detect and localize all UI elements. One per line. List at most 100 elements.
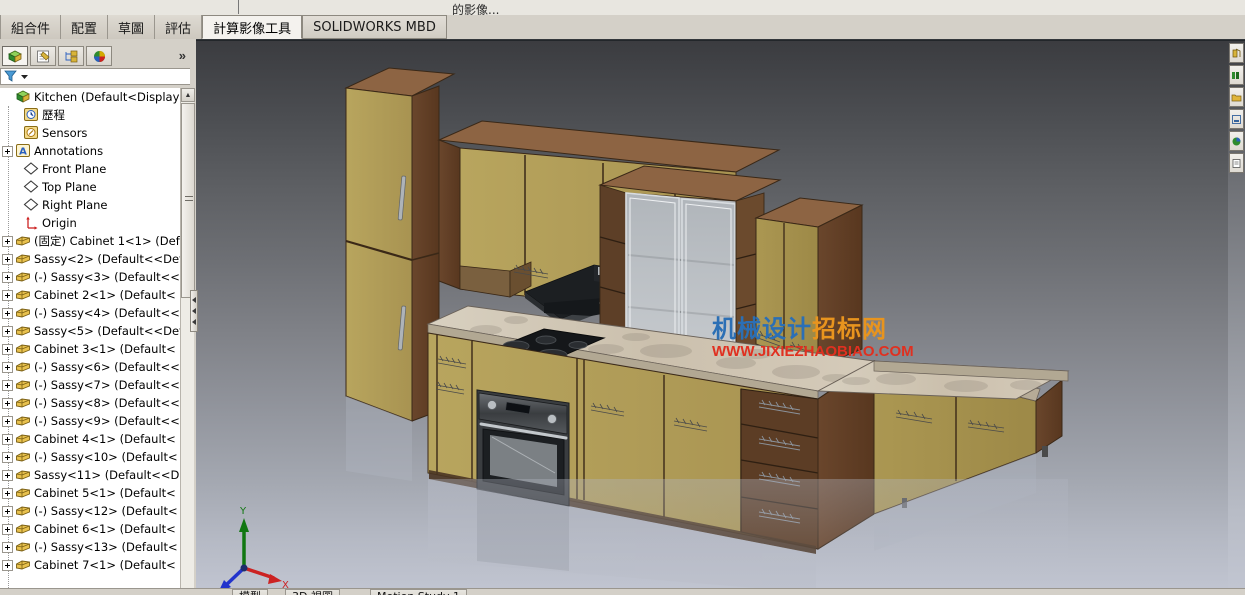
- part-icon: [15, 521, 31, 537]
- expand-toggle[interactable]: [2, 361, 13, 373]
- feature-tree[interactable]: Kitchen (Default<Display St 歷程 Sensors A…: [0, 88, 180, 595]
- tree-item-label: Cabinet 2<1> (Default<: [34, 288, 176, 302]
- expand-toggle[interactable]: [2, 415, 13, 427]
- expand-toggle[interactable]: [2, 559, 13, 571]
- tree-item-sassy-6[interactable]: (-) Sassy<6> (Default<<I: [0, 358, 180, 376]
- expand-toggle[interactable]: [2, 325, 13, 337]
- expand-toggle[interactable]: [2, 343, 13, 355]
- tree-item-history[interactable]: 歷程: [0, 106, 180, 124]
- tree-item-sassy-11[interactable]: Sassy<11> (Default<<D: [0, 466, 180, 484]
- tree-item-cabinet-5[interactable]: Cabinet 5<1> (Default<: [0, 484, 180, 502]
- display-manager-tab[interactable]: [86, 46, 112, 66]
- part-icon: [15, 413, 31, 429]
- panel-splitter-handle[interactable]: [190, 290, 198, 332]
- tree-item-cabinet-6[interactable]: Cabinet 6<1> (Default<: [0, 520, 180, 538]
- tree-item-sassy-12[interactable]: (-) Sassy<12> (Default<: [0, 502, 180, 520]
- tree-item-top-plane[interactable]: Top Plane: [0, 178, 180, 196]
- expand-toggle[interactable]: [2, 487, 13, 499]
- feature-tree-vertical-scrollbar[interactable]: ▲ ▼: [180, 88, 195, 595]
- view-palette-tab[interactable]: [1229, 109, 1244, 129]
- expand-toggle[interactable]: [2, 289, 13, 301]
- tree-item-label: Right Plane: [42, 198, 108, 212]
- configuration-manager-tab[interactable]: [58, 46, 84, 66]
- tree-item-annotations[interactable]: A Annotations: [0, 142, 180, 160]
- tree-item-cabinet-1[interactable]: (固定) Cabinet 1<1> (Def: [0, 232, 180, 250]
- tree-item-sassy-9[interactable]: (-) Sassy<9> (Default<<I: [0, 412, 180, 430]
- filter-dropdown-arrow-icon[interactable]: [20, 70, 29, 84]
- feature-tree-filter-bar[interactable]: [0, 68, 190, 85]
- tree-item-label: Cabinet 3<1> (Default<: [34, 342, 176, 356]
- expand-toggle[interactable]: [2, 451, 13, 463]
- design-library-tab[interactable]: [1229, 65, 1244, 85]
- expand-toggle[interactable]: [2, 271, 13, 283]
- tree-item-label: Sassy<11> (Default<<D: [34, 468, 180, 482]
- tree-item-right-plane[interactable]: Right Plane: [0, 196, 180, 214]
- tree-item-sassy-10[interactable]: (-) Sassy<10> (Default<: [0, 448, 180, 466]
- tree-item-sensors[interactable]: Sensors: [0, 124, 180, 142]
- expand-toggle[interactable]: [2, 253, 13, 265]
- ribbon-tab-render-tools[interactable]: 計算影像工具: [202, 15, 303, 39]
- part-icon: [15, 287, 31, 303]
- tree-item-front-plane[interactable]: Front Plane: [0, 160, 180, 178]
- expand-toggle[interactable]: [2, 145, 13, 157]
- solidworks-resources-tab[interactable]: [1229, 43, 1244, 63]
- part-icon: [15, 323, 31, 339]
- ribbon-tab-evaluate[interactable]: 評估: [155, 15, 203, 39]
- bottom-tab-motion-study[interactable]: Motion Study 1: [370, 589, 468, 595]
- property-manager-tab[interactable]: [30, 46, 56, 66]
- bottom-tab-model[interactable]: 模型: [232, 589, 268, 595]
- appearances-scenes-tab[interactable]: [1229, 131, 1244, 151]
- tree-item-kitchen-root[interactable]: Kitchen (Default<Display St: [0, 88, 180, 106]
- more-tabs-chevron-icon[interactable]: »: [179, 48, 186, 63]
- tree-item-label: Kitchen (Default<Display St: [34, 90, 180, 104]
- custom-properties-tab[interactable]: [1229, 153, 1244, 173]
- assembly-icon: [15, 89, 31, 105]
- part-icon: [15, 305, 31, 321]
- expand-toggle[interactable]: [2, 397, 13, 409]
- part-icon: [15, 251, 31, 267]
- tree-item-sassy-8[interactable]: (-) Sassy<8> (Default<<I: [0, 394, 180, 412]
- graphics-viewport[interactable]: Y X Z 机械设计招标网 WWW.JIXIEZHAOBIAO.COM: [196, 41, 1228, 595]
- expand-toggle[interactable]: [2, 505, 13, 517]
- scroll-thumb-vertical[interactable]: [181, 103, 195, 298]
- splitter-arrow-icon: [192, 296, 196, 303]
- tree-item-sassy-7[interactable]: (-) Sassy<7> (Default<<I: [0, 376, 180, 394]
- expand-toggle[interactable]: [2, 523, 13, 535]
- tree-item-label: Cabinet 7<1> (Default<: [34, 558, 176, 572]
- ribbon-tab-assembly[interactable]: 組合件: [0, 15, 62, 39]
- tree-item-sassy-13[interactable]: (-) Sassy<13> (Default<: [0, 538, 180, 556]
- tree-item-label: Sassy<2> (Default<<Def: [34, 252, 180, 266]
- tree-item-label: (-) Sassy<3> (Default<<I: [34, 270, 180, 284]
- part-icon: [15, 485, 31, 501]
- tree-item-label: Sensors: [42, 126, 88, 140]
- part-icon: [15, 269, 31, 285]
- expand-toggle[interactable]: [2, 469, 13, 481]
- expand-toggle[interactable]: [2, 307, 13, 319]
- tree-item-sassy-5[interactable]: Sassy<5> (Default<<Def: [0, 322, 180, 340]
- tree-item-sassy-4[interactable]: (-) Sassy<4> (Default<<I: [0, 304, 180, 322]
- expand-toggle[interactable]: [2, 235, 13, 247]
- file-explorer-tab[interactable]: [1229, 87, 1244, 107]
- bottom-tab-3d-views[interactable]: 3D 視圖: [285, 589, 340, 595]
- plane-icon: [23, 161, 39, 177]
- filter-icon[interactable]: [4, 69, 17, 85]
- tree-item-label: Top Plane: [42, 180, 97, 194]
- expand-toggle[interactable]: [2, 541, 13, 553]
- tree-item-cabinet-7[interactable]: Cabinet 7<1> (Default<: [0, 556, 180, 574]
- tree-item-cabinet-4[interactable]: Cabinet 4<1> (Default<: [0, 430, 180, 448]
- tree-item-cabinet-3[interactable]: Cabinet 3<1> (Default<: [0, 340, 180, 358]
- tree-item-label: (-) Sassy<4> (Default<<I: [34, 306, 180, 320]
- ribbon-tab-sketch[interactable]: 草圖: [108, 15, 156, 39]
- ribbon-tab-layout[interactable]: 配置: [61, 15, 109, 39]
- tree-item-sassy-3[interactable]: (-) Sassy<3> (Default<<I: [0, 268, 180, 286]
- feature-manager-panel: » Kitchen (Default<Display St 歷程 Sensors…: [0, 41, 196, 595]
- scroll-up-arrow[interactable]: ▲: [181, 88, 195, 102]
- expand-toggle[interactable]: [2, 433, 13, 445]
- tree-item-origin[interactable]: Origin: [0, 214, 180, 232]
- tree-item-sassy-2[interactable]: Sassy<2> (Default<<Def: [0, 250, 180, 268]
- ribbon-tab-solidworks-mbd[interactable]: SOLIDWORKS MBD: [302, 15, 447, 39]
- feature-manager-tab[interactable]: [2, 46, 28, 66]
- tree-item-cabinet-2[interactable]: Cabinet 2<1> (Default<: [0, 286, 180, 304]
- expand-toggle[interactable]: [2, 379, 13, 391]
- part-icon: [15, 431, 31, 447]
